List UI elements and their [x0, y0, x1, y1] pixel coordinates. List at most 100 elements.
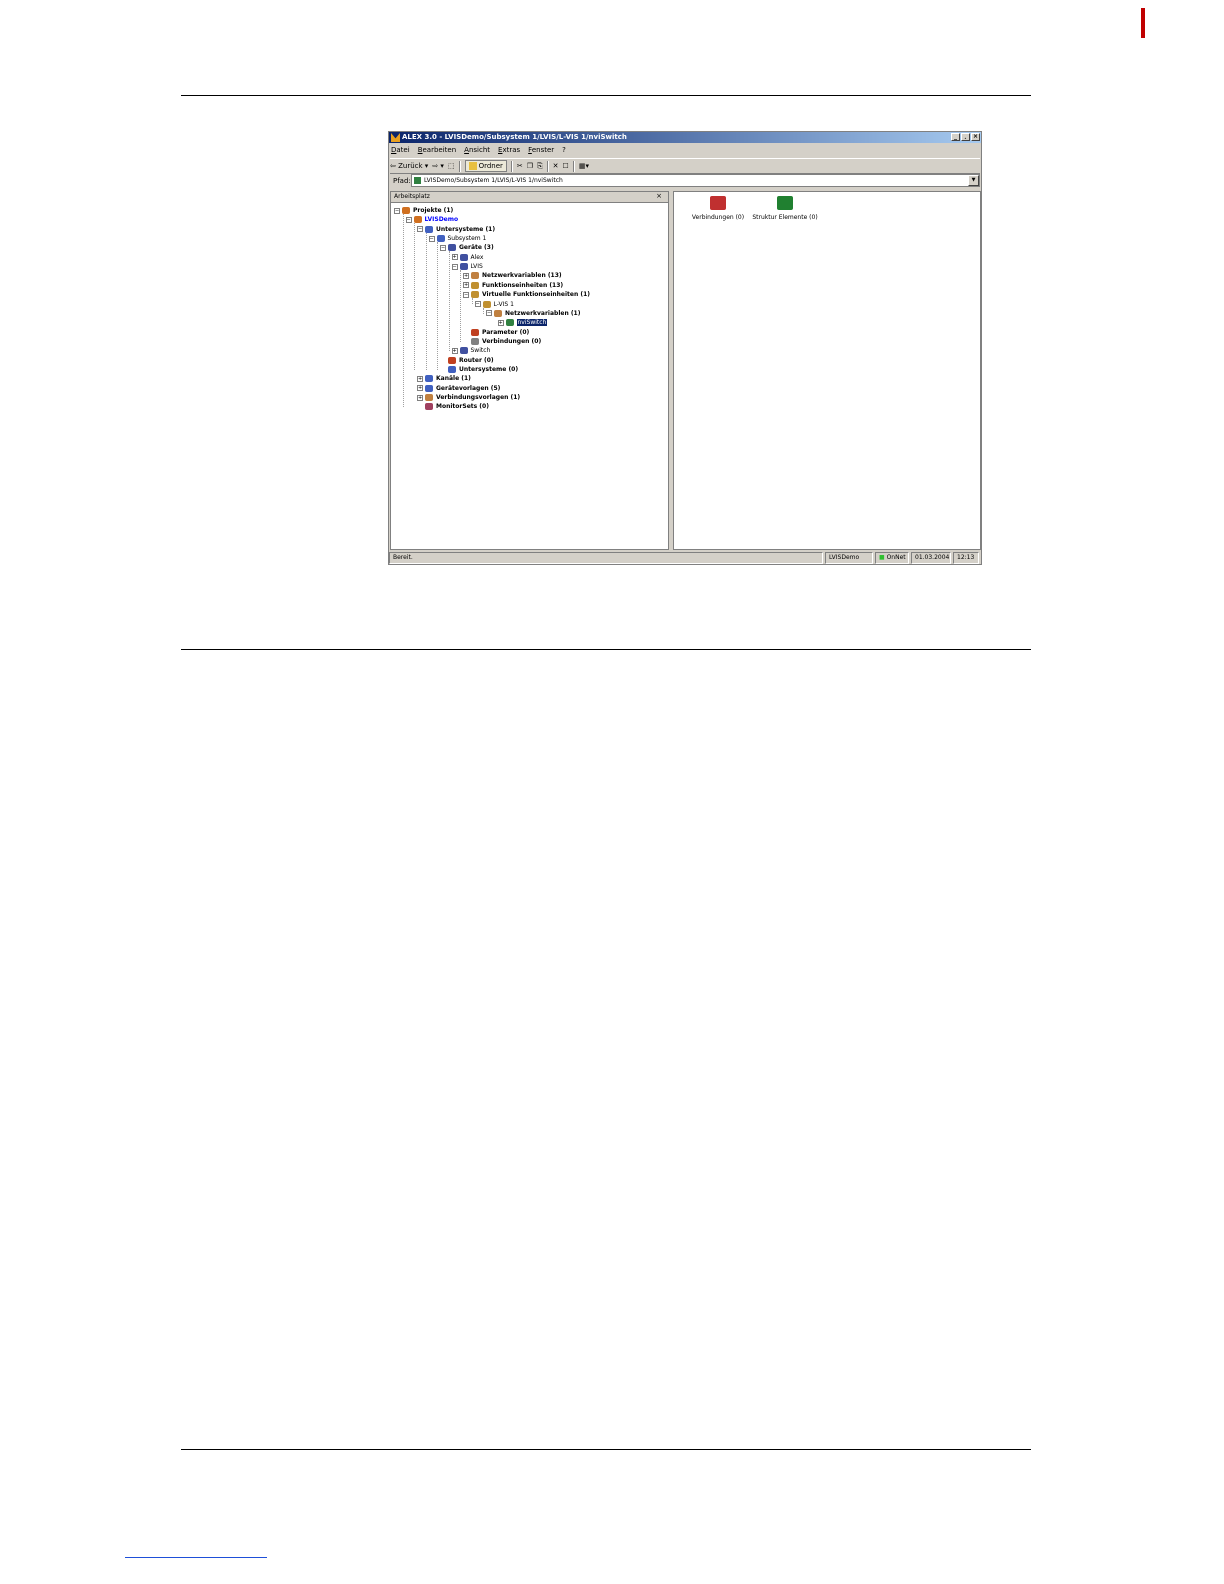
- window-title: ALEX 3.0 - LVISDemo/Subsystem 1/LVIS/L-V…: [402, 133, 627, 141]
- tree-connector: [463, 329, 469, 336]
- chevron-down-icon: ▾: [585, 162, 589, 170]
- tree-item-label: Untersysteme (1): [436, 225, 496, 233]
- address-bar: Pfad: LVISDemo/Subsystem 1/LVIS/L-VIS 1/…: [390, 174, 980, 187]
- menu-extras[interactable]: Extras: [498, 145, 520, 156]
- expand-icon[interactable]: +: [463, 282, 469, 289]
- arrow-left-icon: ⇦: [390, 162, 396, 170]
- collapse-icon[interactable]: −: [474, 301, 481, 307]
- delete-button[interactable]: ✕: [553, 162, 559, 170]
- tree-node-icon: [505, 319, 514, 327]
- connections-icon: [710, 196, 726, 210]
- toolbar-separator: [510, 160, 513, 172]
- collapse-icon[interactable]: −: [463, 291, 469, 298]
- tree-node-icon: [471, 328, 479, 336]
- scissors-icon: ✂: [516, 162, 523, 170]
- tree-pane-title: Arbeitsplatz: [394, 193, 430, 200]
- tree-node-icon: [459, 263, 468, 271]
- tree-item-label: Projekte (1): [413, 207, 454, 214]
- menu-bearbeiten[interactable]: Bearbeiten: [418, 145, 456, 156]
- collapse-icon[interactable]: −: [428, 235, 435, 242]
- tree-item-label: Geräte (3): [459, 244, 494, 252]
- tree-item[interactable]: + Netzwerkvariablen (13): [463, 271, 562, 280]
- tree-item-label: Switch: [470, 347, 491, 355]
- tree-node-icon: [459, 253, 468, 261]
- address-label: Pfad:: [393, 176, 411, 185]
- expand-icon[interactable]: +: [417, 385, 423, 392]
- tree-node-icon: [425, 375, 433, 383]
- tree-node-icon: [448, 244, 456, 252]
- tree-item-label: LVIS: [470, 263, 483, 271]
- expand-icon[interactable]: +: [497, 319, 504, 326]
- tree-item-label: Netzwerkvariablen (1): [505, 309, 581, 317]
- toolbar-separator: [458, 160, 461, 172]
- tree-item-label: Parameter (0): [482, 328, 530, 336]
- tree-item[interactable]: + Verbindungsvorlagen (1): [417, 393, 520, 402]
- tree-item[interactable]: MonitorSets (0): [417, 402, 489, 411]
- structure-elements-item[interactable]: Struktur Elemente (0): [750, 196, 820, 221]
- tree-node-icon: [459, 347, 468, 355]
- close-button[interactable]: ×: [971, 133, 980, 141]
- connections-label: Verbindungen (0): [691, 214, 745, 221]
- tree-pane: Arbeitsplatz × − Projekte (1) − LVISDemo − Un…: [390, 191, 669, 550]
- copy-button[interactable]: ❐: [527, 162, 533, 170]
- middle-rule: [181, 649, 1031, 650]
- tree-item[interactable]: Router (0): [440, 356, 494, 365]
- tree-item[interactable]: Verbindungen (0): [463, 337, 541, 346]
- tree-item[interactable]: − Netzwerkvariablen (1): [486, 309, 580, 318]
- tree-pane-close-button[interactable]: ×: [656, 192, 662, 200]
- expand-icon[interactable]: +: [463, 272, 469, 279]
- paste-button[interactable]: ⎘: [537, 162, 543, 171]
- tree-item[interactable]: + Funktionseinheiten (13): [463, 281, 563, 290]
- tree-item[interactable]: Parameter (0): [463, 328, 529, 337]
- collapse-icon[interactable]: −: [440, 244, 446, 251]
- tree-guide-line: [425, 232, 427, 370]
- status-project: LVISDemo: [825, 552, 873, 564]
- restore-button[interactable]: ¸: [961, 133, 970, 141]
- collapse-icon[interactable]: −: [405, 216, 412, 223]
- tree-node-icon: [425, 403, 433, 411]
- properties-button[interactable]: ☐: [563, 162, 569, 170]
- tree-item-label: LVISDemo: [424, 216, 459, 224]
- tree-item[interactable]: + Switch: [451, 346, 491, 355]
- tree-item-label: Netzwerkvariablen (13): [482, 272, 562, 280]
- collapse-icon[interactable]: −: [394, 207, 400, 214]
- tree-item-label: Verbindungen (0): [482, 337, 542, 345]
- tree-item[interactable]: − LVIS: [451, 262, 483, 271]
- tree-connector: [417, 403, 423, 410]
- tree-item[interactable]: + Gerätevorlagen (5): [417, 384, 500, 393]
- tree-item[interactable]: Untersysteme (0): [440, 365, 518, 374]
- tree-item[interactable]: − Virtuelle Funktionseinheiten (1): [463, 290, 590, 299]
- paste-icon: ⎘: [537, 161, 543, 170]
- back-button[interactable]: ⇦ Zurück ▾: [390, 162, 428, 170]
- up-folder-button[interactable]: ⬚: [448, 162, 455, 170]
- tree-item[interactable]: + nviSwitch: [497, 318, 548, 327]
- address-dropdown-button[interactable]: ▼: [968, 175, 979, 186]
- minimize-button[interactable]: _: [951, 133, 960, 141]
- address-field[interactable]: LVISDemo/Subsystem 1/LVIS/L-VIS 1/nviSwi…: [411, 174, 980, 187]
- expand-icon[interactable]: +: [417, 394, 423, 401]
- menu-ansicht[interactable]: Ansicht: [464, 145, 490, 156]
- menu-fenster[interactable]: Fenster: [528, 145, 554, 156]
- tree-item-label: Subsystem 1: [447, 235, 487, 243]
- folders-toggle-button[interactable]: Ordner: [464, 160, 507, 172]
- menu-help[interactable]: ?: [562, 145, 566, 156]
- collapse-icon[interactable]: −: [486, 310, 492, 317]
- collapse-icon[interactable]: −: [451, 263, 458, 270]
- bottom-rule: [181, 1449, 1031, 1450]
- expand-icon[interactable]: +: [451, 347, 458, 354]
- view-button[interactable]: ▦▾: [579, 162, 589, 170]
- cut-button[interactable]: ✂: [517, 162, 523, 170]
- collapse-icon[interactable]: −: [417, 226, 423, 233]
- tree-item[interactable]: + Alex: [451, 253, 483, 262]
- expand-icon[interactable]: +: [451, 254, 458, 261]
- forward-button[interactable]: ⇨ ▾: [432, 162, 444, 170]
- tree-item[interactable]: − Untersysteme (1): [417, 225, 495, 234]
- tree-item-label: Virtuelle Funktionseinheiten (1): [482, 291, 591, 299]
- expand-icon[interactable]: +: [417, 375, 423, 382]
- tree-item[interactable]: + Kanäle (1): [417, 374, 471, 383]
- tree-connector: [440, 357, 446, 364]
- menu-datei[interactable]: Datei: [391, 145, 410, 156]
- connections-item[interactable]: Verbindungen (0): [688, 196, 748, 221]
- folder-up-icon: ⬚: [447, 162, 455, 170]
- tree-item[interactable]: − L-VIS 1: [474, 300, 514, 309]
